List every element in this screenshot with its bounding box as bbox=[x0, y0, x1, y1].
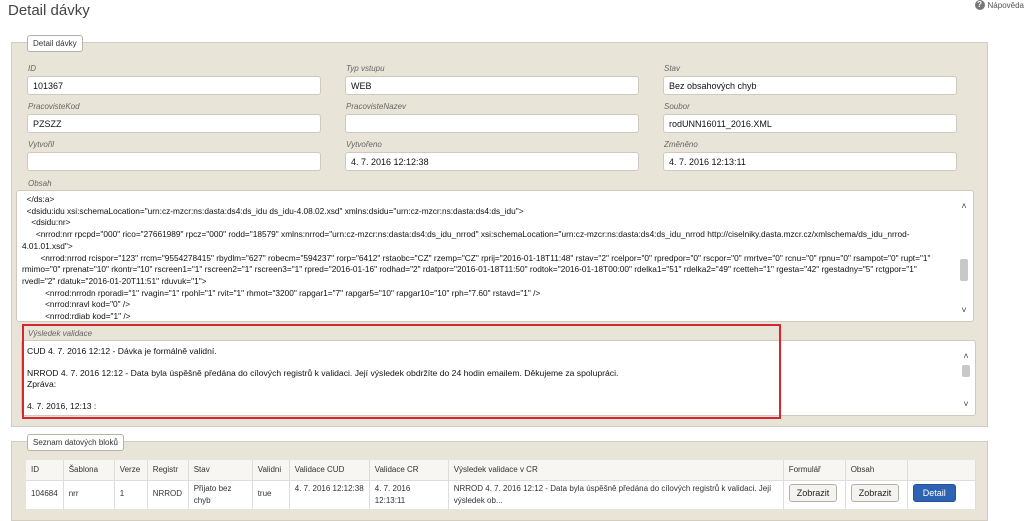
pracoviste-nazev-field[interactable] bbox=[345, 114, 639, 133]
vytvoreno-label: Vytvořeno bbox=[346, 140, 382, 149]
xml-line: <nrrod:rdiab kod="1" /> bbox=[22, 311, 131, 322]
formular-zobrazit-button[interactable]: Zobrazit bbox=[788, 483, 838, 502]
col-header[interactable]: Šablona bbox=[63, 460, 115, 481]
col-header[interactable]: Verze bbox=[114, 460, 148, 481]
obsah-label: Obsah bbox=[28, 179, 52, 188]
cell-stav: Přijato bez chyb bbox=[188, 480, 253, 509]
xml-line: <dsidu:idu xsi:schemaLocation="urn:cz-mz… bbox=[22, 205, 524, 216]
xml-line: <nrrod:nrrod rcispor="123" rrcm="9554278… bbox=[22, 252, 933, 286]
stav-field[interactable]: Bez obsahových chyb bbox=[663, 76, 957, 95]
vysledek-validace-textarea[interactable]: CUD 4. 7. 2016 12:12 - Dávka je formálně… bbox=[21, 340, 976, 416]
id-label: ID bbox=[28, 64, 36, 73]
zmeneno-field[interactable]: 4. 7. 2016 12:13:11 bbox=[663, 152, 957, 171]
col-header[interactable]: Validace CUD bbox=[289, 460, 370, 481]
scroll-up-icon[interactable]: ˄ bbox=[961, 351, 971, 361]
col-header bbox=[907, 460, 977, 481]
cell-registr: NRROD bbox=[147, 480, 189, 509]
validation-line: Zpráva: bbox=[27, 379, 57, 389]
table-row[interactable]: 104684 nrr 1 NRROD Přijato bez chyb true… bbox=[26, 480, 977, 509]
cell-sablona: nrr bbox=[63, 480, 115, 509]
help-link[interactable]: ? Nápověda bbox=[974, 0, 1024, 10]
obsah-textarea[interactable]: </ds:a> <dsidu:idu xsi:schemaLocation="u… bbox=[16, 190, 974, 322]
validation-line: NRROD 4. 7. 2016 12:12 - Data byla úspěš… bbox=[27, 368, 619, 378]
id-field[interactable]: 101367 bbox=[27, 76, 321, 95]
xml-line: </ds:a> bbox=[22, 194, 55, 204]
help-label: Nápověda bbox=[987, 0, 1024, 10]
xml-line: <nrrod:nrrodn rporadi="1" rvagin="1" rpo… bbox=[22, 287, 541, 298]
typ-vstupu-field[interactable]: WEB bbox=[345, 76, 639, 95]
validation-scrollbar[interactable]: ˄ ˅ bbox=[959, 343, 973, 413]
validation-line: 4. 7. 2016, 12:13 : bbox=[27, 401, 97, 411]
obsah-scrollbar[interactable]: ˄ ˅ bbox=[957, 193, 971, 319]
vysledek-validace-label: Výsledek validace bbox=[28, 329, 93, 338]
cell-vysledek: NRROD 4. 7. 2016 12:12 - Data byla úspěš… bbox=[448, 480, 784, 509]
pracoviste-kod-label: PracovisteKod bbox=[28, 102, 80, 111]
table-header-row: ID Šablona Verze Registr Stav Validni Va… bbox=[26, 460, 977, 481]
cell-obsah: Zobrazit bbox=[845, 480, 908, 509]
cell-detail: Detail bbox=[907, 480, 977, 509]
col-header[interactable]: Výsledek validace v CR bbox=[448, 460, 784, 481]
vytvoril-label: Vytvořil bbox=[28, 140, 55, 149]
col-header[interactable]: Registr bbox=[147, 460, 189, 481]
scrollbar-thumb[interactable] bbox=[962, 365, 970, 377]
xml-line: <dsidu:nr> bbox=[22, 217, 71, 228]
validation-spacer bbox=[27, 390, 951, 401]
validation-spacer bbox=[27, 357, 951, 368]
cell-formular: Zobrazit bbox=[783, 480, 846, 509]
cell-validni: true bbox=[252, 480, 290, 509]
detail-panel-tab: Detail dávky bbox=[27, 35, 83, 52]
col-header[interactable]: ID bbox=[26, 460, 64, 481]
col-header[interactable]: Validace CR bbox=[369, 460, 449, 481]
pracoviste-nazev-label: PracovisteNazev bbox=[346, 102, 407, 111]
blocks-table: ID Šablona Verze Registr Stav Validni Va… bbox=[26, 460, 977, 509]
cell-verze: 1 bbox=[114, 480, 148, 509]
obsah-zobrazit-button[interactable]: Zobrazit bbox=[850, 483, 900, 502]
help-icon: ? bbox=[974, 0, 985, 10]
cell-id: 104684 bbox=[26, 480, 64, 509]
scroll-down-icon[interactable]: ˅ bbox=[959, 305, 969, 315]
blocks-panel-tab: Seznam datových bloků bbox=[27, 434, 124, 451]
vytvoreno-field[interactable]: 4. 7. 2016 12:12:38 bbox=[345, 152, 639, 171]
col-header[interactable]: Validni bbox=[252, 460, 290, 481]
cell-validace-cr: 4. 7. 2016 12:13:11 bbox=[369, 480, 449, 509]
scroll-up-icon[interactable]: ˄ bbox=[959, 201, 969, 211]
scrollbar-thumb[interactable] bbox=[960, 259, 968, 281]
detail-button[interactable]: Detail bbox=[912, 483, 956, 502]
pracoviste-kod-field[interactable]: PZSZZ bbox=[27, 114, 321, 133]
stav-label: Stav bbox=[664, 64, 681, 73]
col-header[interactable]: Obsah bbox=[845, 460, 908, 481]
scroll-down-icon[interactable]: ˅ bbox=[961, 399, 971, 409]
soubor-label: Soubor bbox=[664, 102, 690, 111]
zmeneno-label: Změněno bbox=[664, 140, 698, 149]
cell-validace-cud: 4. 7. 2016 12:12:38 bbox=[289, 480, 370, 509]
page-title: Detail dávky bbox=[8, 2, 90, 19]
validation-line: CUD 4. 7. 2016 12:12 - Dávka je formálně… bbox=[27, 346, 217, 356]
soubor-field[interactable]: rodUNN16011_2016.XML bbox=[663, 114, 957, 133]
xml-line: <nrrod:nravl kod="0" /> bbox=[22, 299, 131, 310]
typ-vstupu-label: Typ vstupu bbox=[346, 64, 385, 73]
col-header[interactable]: Stav bbox=[188, 460, 253, 481]
xml-line: <nrrod:nrr rpcpd="000" rico="27661989" r… bbox=[22, 229, 910, 251]
col-header[interactable]: Formulář bbox=[783, 460, 846, 481]
vytvoril-field[interactable] bbox=[27, 152, 321, 171]
